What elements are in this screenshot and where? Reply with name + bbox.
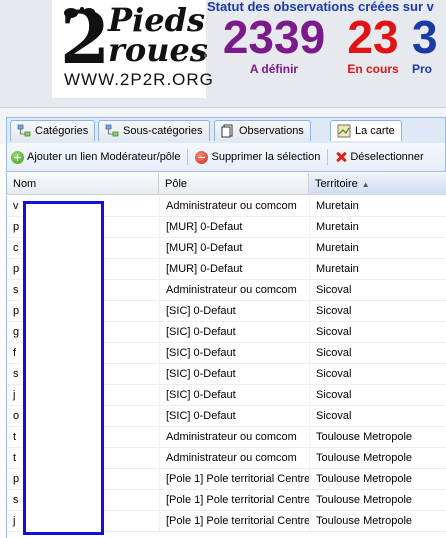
column-header-territoire[interactable]: Territoire ▲: [309, 173, 446, 195]
tab-la-carte[interactable]: La carte: [330, 120, 402, 141]
grid-header: Nom Pôle Territoire ▲: [6, 173, 446, 195]
cell-territoire: Sicoval: [309, 280, 446, 301]
column-header-label: Nom: [13, 178, 37, 190]
stat-label: En cours: [347, 62, 399, 76]
cell-pole: [SIC] 0-Defaut: [159, 322, 309, 343]
stat-value: 2339: [222, 11, 326, 63]
logo: 2 Pieds roues WWW.2P2R.ORG: [52, 0, 214, 98]
cell-pole: [SIC] 0-Defaut: [159, 406, 309, 427]
delete-selection-label: Supprimer la sélection: [211, 151, 321, 163]
stat-value: 3: [412, 11, 438, 63]
cell-pole: [Pole 1] Pole territorial Centre: [159, 511, 309, 532]
app-header: 2 Pieds roues WWW.2P2R.ORG Statut des ob…: [0, 0, 446, 108]
cell-pole: [Pole 1] Pole territorial Centre: [159, 469, 309, 490]
cell-pole: [MUR] 0-Defaut: [159, 259, 309, 280]
cell-pole: [MUR] 0-Defaut: [159, 217, 309, 238]
cell-pole: [Pole 1] Pole territorial Centre: [159, 490, 309, 511]
delete-selection-button[interactable]: Supprimer la sélection: [191, 147, 324, 167]
cell-pole: Administrateur ou comcom: [159, 448, 309, 469]
stat-pro: 3 Pro: [412, 12, 446, 76]
cell-territoire: Sicoval: [309, 364, 446, 385]
cell-territoire: Sicoval: [309, 301, 446, 322]
tab-label: La carte: [355, 125, 395, 137]
cell-territoire: Muretain: [309, 259, 446, 280]
map-icon: [337, 124, 351, 138]
stat-label: Pro: [412, 62, 433, 76]
column-header-label: Territoire: [315, 178, 358, 190]
cell-pole: [SIC] 0-Defaut: [159, 343, 309, 364]
logo-word-roues: roues: [108, 31, 208, 69]
sort-ascending-icon: ▲: [361, 180, 370, 189]
add-moderator-link-label: Ajouter un lien Modérateur/pôle: [27, 151, 181, 163]
toolbar-separator: [327, 149, 329, 165]
toolbar-separator: [187, 149, 189, 165]
document-icon: [221, 124, 233, 138]
cell-territoire: Toulouse Metropole: [309, 448, 446, 469]
logo-url: WWW.2P2R.ORG: [64, 70, 214, 89]
cell-pole: Administrateur ou comcom: [159, 427, 309, 448]
add-moderator-link-button[interactable]: Ajouter un lien Modérateur/pôle: [7, 147, 184, 167]
column-header-nom[interactable]: Nom: [7, 173, 159, 195]
column-header-pole[interactable]: Pôle: [159, 173, 309, 195]
cell-pole: [SIC] 0-Defaut: [159, 364, 309, 385]
cell-territoire: Muretain: [309, 238, 446, 259]
cell-pole: Administrateur ou comcom: [159, 196, 309, 217]
stat-en-cours: 23 En cours: [338, 12, 408, 76]
separator-dot: [204, 54, 207, 57]
remove-icon: [195, 150, 209, 164]
tab-categories[interactable]: Catégories: [10, 120, 96, 141]
column-header-label: Pôle: [165, 178, 188, 190]
deselect-label: Déselectionner: [350, 151, 424, 163]
cell-territoire: Sicoval: [309, 406, 446, 427]
cell-pole: [MUR] 0-Defaut: [159, 238, 309, 259]
add-icon: [11, 150, 24, 164]
cell-territoire: Toulouse Metropole: [309, 511, 446, 532]
logo-digit: 2: [60, 0, 111, 80]
cell-territoire: Toulouse Metropole: [309, 490, 446, 511]
cell-pole: [SIC] 0-Defaut: [159, 385, 309, 406]
hierarchy-icon: [105, 124, 119, 137]
tab-sous-categories[interactable]: Sous-catégories: [98, 120, 210, 141]
cell-pole: Administrateur ou comcom: [159, 280, 309, 301]
cell-territoire: Sicoval: [309, 343, 446, 364]
hierarchy-icon: [17, 124, 31, 137]
cell-territoire: Sicoval: [309, 385, 446, 406]
grid-toolbar: Ajouter un lien Modérateur/pôle Supprime…: [6, 143, 446, 172]
cell-territoire: Toulouse Metropole: [309, 469, 446, 490]
stat-label: A définir: [249, 62, 299, 76]
cell-territoire: Toulouse Metropole: [309, 427, 446, 448]
cell-territoire: Sicoval: [309, 322, 446, 343]
tab-observations[interactable]: Observations: [214, 120, 311, 141]
deselect-button[interactable]: Déselectionner: [331, 147, 427, 167]
close-icon: [335, 151, 347, 163]
stat-value: 23: [347, 11, 399, 63]
redaction-box: [23, 201, 104, 535]
tab-label: Catégories: [35, 125, 89, 137]
cell-pole: [SIC] 0-Defaut: [159, 301, 309, 322]
tab-label: Sous-catégories: [123, 125, 203, 137]
cell-territoire: Muretain: [309, 217, 446, 238]
tab-label: Observations: [239, 125, 304, 137]
cell-territoire: Muretain: [309, 196, 446, 217]
stat-a-definir: 2339 A définir: [212, 12, 336, 76]
